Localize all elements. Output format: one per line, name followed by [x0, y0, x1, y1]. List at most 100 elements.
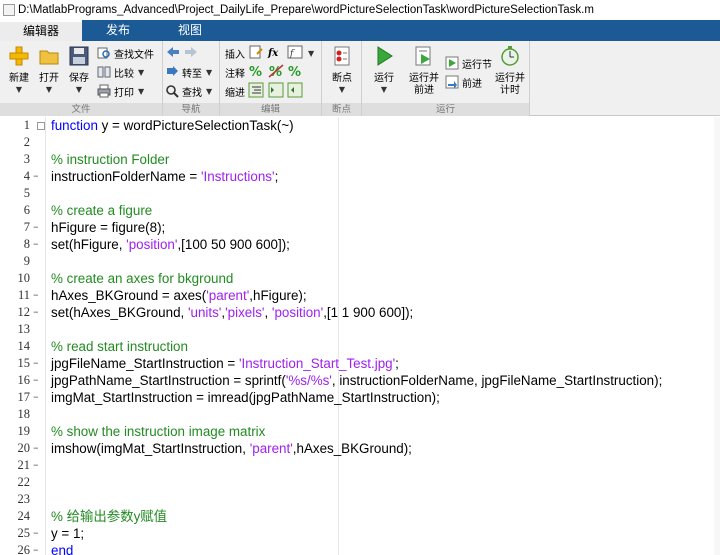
executable-line-marker[interactable]: –: [33, 356, 39, 369]
window-titlebar: D:\MatlabPrograms_Advanced\Project_Daily…: [0, 0, 720, 20]
tab-view[interactable]: 视图: [154, 20, 226, 41]
line-number: 16: [17, 373, 31, 387]
code-editor[interactable]: 1 2 3 4–5 6 7–8–9 10 11–12–13 14 15–16–17–18 19 20–…: [0, 117, 720, 555]
run-and-advance-button[interactable]: 运行并 前进: [406, 45, 442, 97]
advance-label: 前进: [462, 78, 482, 90]
code-line[interactable]: hAxes_BKGround = axes('parent',hFigure);: [51, 287, 307, 304]
line-number: 12: [17, 305, 31, 319]
executable-line-marker[interactable]: –: [33, 220, 39, 233]
run-section-button[interactable]: 运行节: [445, 54, 492, 72]
executable-line-marker[interactable]: –: [33, 237, 39, 250]
code-line[interactable]: set(hAxes_BKGround, 'units','pixels', 'p…: [51, 304, 413, 321]
run-button[interactable]: 运行 ▼: [367, 45, 401, 95]
new-dropdown-arrow[interactable]: ▼: [2, 85, 36, 95]
vertical-scrollbar[interactable]: [714, 117, 720, 555]
code-line[interactable]: instructionFolderName = 'Instructions';: [51, 168, 278, 185]
increase-indent-icon[interactable]: [268, 82, 284, 98]
advance-icon: [445, 75, 459, 89]
code-text: y = 1;: [51, 526, 85, 541]
executable-line-marker[interactable]: –: [33, 288, 39, 301]
line-number: 24: [17, 509, 31, 523]
compare-button[interactable]: 比较 ▼: [97, 63, 144, 81]
save-dropdown-arrow[interactable]: ▼: [62, 85, 96, 95]
save-button[interactable]: 保存 ▼: [62, 45, 96, 95]
wrap-comment-icon[interactable]: %: [287, 63, 303, 79]
code-comment: % read start instruction: [51, 339, 188, 354]
code-line[interactable]: % create an axes for bkground: [51, 270, 233, 287]
fx-label: fx: [268, 47, 279, 59]
line-number: 14: [17, 339, 31, 353]
edit-group: 插入 fx f ▼ 注释 % % % 缩进: [220, 41, 322, 116]
code-line[interactable]: jpgPathName_StartInstruction = sprintf('…: [51, 372, 662, 389]
forward-arrow-icon[interactable]: [183, 44, 199, 60]
save-disk-icon: [69, 46, 89, 66]
back-arrow-icon[interactable]: [165, 44, 181, 60]
executable-line-marker[interactable]: –: [33, 373, 39, 386]
insert-function-button[interactable]: fx: [268, 44, 278, 62]
right-margin-line: [338, 117, 339, 555]
line-number: 20: [17, 441, 31, 455]
run-and-time-label: 运行并 计时: [495, 73, 525, 96]
open-button[interactable]: 打开 ▼: [32, 45, 66, 95]
line-number-gutter[interactable]: 1 2 3 4–5 6 7–8–9 10 11–12–13 14 15–16–17–18 19 20–…: [0, 117, 46, 555]
print-button[interactable]: 打印 ▼: [97, 82, 144, 100]
code-line[interactable]: hFigure = figure(8);: [51, 219, 165, 236]
run-label: 运行: [374, 73, 394, 84]
code-line[interactable]: set(hFigure, 'position',[100 50 900 600]…: [51, 236, 290, 253]
goto-dropdown-arrow[interactable]: ▼: [206, 68, 212, 77]
executable-line-marker[interactable]: –: [33, 390, 39, 403]
ribbon-toolbar: 新建 ▼ 打开 ▼ 保存 ▼ 查找文件 比较 ▼ 打印 ▼ 文件 转至 ▼ 查找…: [0, 41, 720, 116]
tab-publish[interactable]: 发布: [82, 20, 154, 41]
insert-section-icon[interactable]: [248, 44, 264, 60]
run-section-label: 运行节: [462, 59, 492, 71]
code-line[interactable]: imgMat_StartInstruction = imread(jpgPath…: [51, 389, 440, 406]
comment-button[interactable]: 注释: [225, 63, 245, 81]
compare-dropdown-arrow[interactable]: ▼: [138, 68, 144, 77]
code-line[interactable]: % show the instruction image matrix: [51, 423, 265, 440]
breakpoints-dropdown-arrow[interactable]: ▼: [325, 85, 359, 95]
code-line[interactable]: % create a figure: [51, 202, 152, 219]
insert-fx-box-icon[interactable]: f: [287, 44, 303, 60]
executable-line-marker[interactable]: –: [33, 543, 39, 555]
open-dropdown-arrow[interactable]: ▼: [32, 85, 66, 95]
code-text: imgMat_StartInstruction = imread(jpgPath…: [51, 390, 440, 405]
run-and-time-button[interactable]: 运行并 计时: [492, 45, 528, 97]
advance-button[interactable]: 前进: [445, 73, 482, 91]
fold-toggle-icon[interactable]: [37, 122, 45, 130]
line-number: 21: [17, 458, 31, 472]
executable-line-marker[interactable]: –: [33, 526, 39, 539]
code-line[interactable]: % 给输出参数y赋值: [51, 508, 167, 525]
executable-line-marker[interactable]: –: [33, 458, 39, 471]
tab-editor[interactable]: 编辑器: [0, 20, 82, 41]
smart-indent-icon[interactable]: [248, 82, 264, 98]
breakpoints-button[interactable]: 断点 ▼: [325, 45, 359, 95]
goto-label: 转至: [182, 68, 202, 80]
code-line[interactable]: % read start instruction: [51, 338, 188, 355]
uncomment-icon[interactable]: %: [268, 63, 284, 79]
goto-button[interactable]: 转至 ▼: [165, 63, 212, 81]
run-dropdown-arrow[interactable]: ▼: [367, 85, 401, 95]
edit-dropdown-arrow[interactable]: ▼: [308, 44, 314, 62]
new-plus-icon: [9, 46, 29, 66]
find-button[interactable]: 查找 ▼: [165, 82, 212, 100]
code-line[interactable]: y = 1;: [51, 525, 84, 542]
executable-line-marker[interactable]: –: [33, 441, 39, 454]
find-dropdown-arrow[interactable]: ▼: [206, 87, 212, 96]
print-dropdown-arrow[interactable]: ▼: [138, 87, 144, 96]
insert-button[interactable]: 插入: [225, 44, 245, 62]
executable-line-marker[interactable]: –: [33, 305, 39, 318]
line-number: 26: [17, 543, 31, 555]
new-button[interactable]: 新建 ▼: [2, 45, 36, 95]
code-line[interactable]: function y = wordPictureSelectionTask(~): [51, 117, 294, 134]
decrease-indent-icon[interactable]: [287, 82, 303, 98]
find-files-button[interactable]: 查找文件: [97, 44, 154, 62]
line-number: 8: [23, 237, 30, 251]
code-line[interactable]: imshow(imgMat_StartInstruction, 'parent'…: [51, 440, 412, 457]
code-line[interactable]: end: [51, 542, 73, 555]
compare-icon: [97, 66, 111, 78]
executable-line-marker[interactable]: –: [33, 169, 39, 182]
comment-percent-icon[interactable]: %: [248, 63, 264, 79]
indent-button[interactable]: 缩进: [225, 82, 245, 100]
code-line[interactable]: jpgFileName_StartInstruction = 'Instruct…: [51, 355, 399, 372]
code-line[interactable]: % instruction Folder: [51, 151, 169, 168]
